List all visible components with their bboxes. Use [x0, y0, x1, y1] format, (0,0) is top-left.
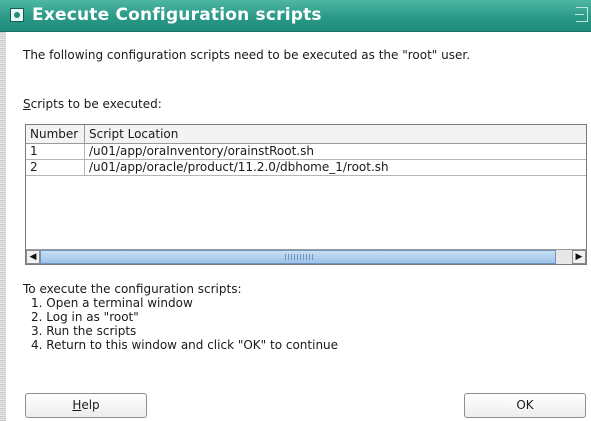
instruction-steps: 1. Open a terminal window 2. Log in as "…: [31, 296, 338, 352]
instruction-step: 3. Run the scripts: [31, 324, 137, 338]
row-number: 2: [26, 160, 85, 175]
scripts-label: Scripts to be executed:: [23, 97, 162, 111]
scroll-thumb[interactable]: [40, 250, 556, 264]
scripts-label-text: cripts to be executed:: [30, 97, 162, 111]
row-script-location: /u01/app/oraInventory/orainstRoot.sh: [89, 144, 314, 158]
table-row[interactable]: 1 /u01/app/oraInventory/orainstRoot.sh: [26, 144, 586, 160]
row-number: 1: [26, 144, 85, 159]
column-header-script-location[interactable]: Script Location: [85, 125, 586, 143]
execute-configuration-scripts-dialog: Execute Configuration scripts The follow…: [0, 0, 591, 421]
scroll-left-icon[interactable]: ◀: [26, 250, 40, 264]
table-row[interactable]: 2 /u01/app/oracle/product/11.2.0/dbhome_…: [26, 160, 586, 176]
scripts-label-mnemonic: S: [23, 97, 31, 111]
window-corner-icon[interactable]: [575, 7, 588, 22]
help-button[interactable]: Help: [25, 393, 147, 418]
window-left-edge: [0, 0, 6, 421]
table-header: Number Script Location: [26, 125, 586, 144]
instruction-step: 2. Log in as "root": [31, 310, 139, 324]
scripts-table: Number Script Location 1 /u01/app/oraInv…: [25, 124, 587, 265]
window-title: Execute Configuration scripts: [32, 5, 322, 25]
row-script-location: /u01/app/oracle/product/11.2.0/dbhome_1/…: [89, 160, 389, 174]
help-label: elp: [81, 398, 100, 412]
intro-text: The following configuration scripts need…: [23, 48, 471, 62]
horizontal-scrollbar[interactable]: ◀ ▶: [26, 249, 586, 264]
help-mnemonic: H: [72, 398, 82, 412]
scroll-right-icon[interactable]: ▶: [572, 250, 586, 264]
table-body: 1 /u01/app/oraInventory/orainstRoot.sh 2…: [26, 144, 586, 176]
scroll-grip-icon: [285, 254, 313, 260]
ok-button[interactable]: OK: [464, 393, 586, 418]
instruction-step: 1. Open a terminal window: [31, 296, 193, 310]
column-header-number[interactable]: Number: [26, 125, 85, 143]
instructions-heading: To execute the configuration scripts:: [23, 282, 242, 296]
titlebar[interactable]: Execute Configuration scripts: [0, 0, 591, 32]
instruction-step: 4. Return to this window and click "OK" …: [31, 338, 339, 352]
window-menu-icon[interactable]: [10, 8, 24, 22]
